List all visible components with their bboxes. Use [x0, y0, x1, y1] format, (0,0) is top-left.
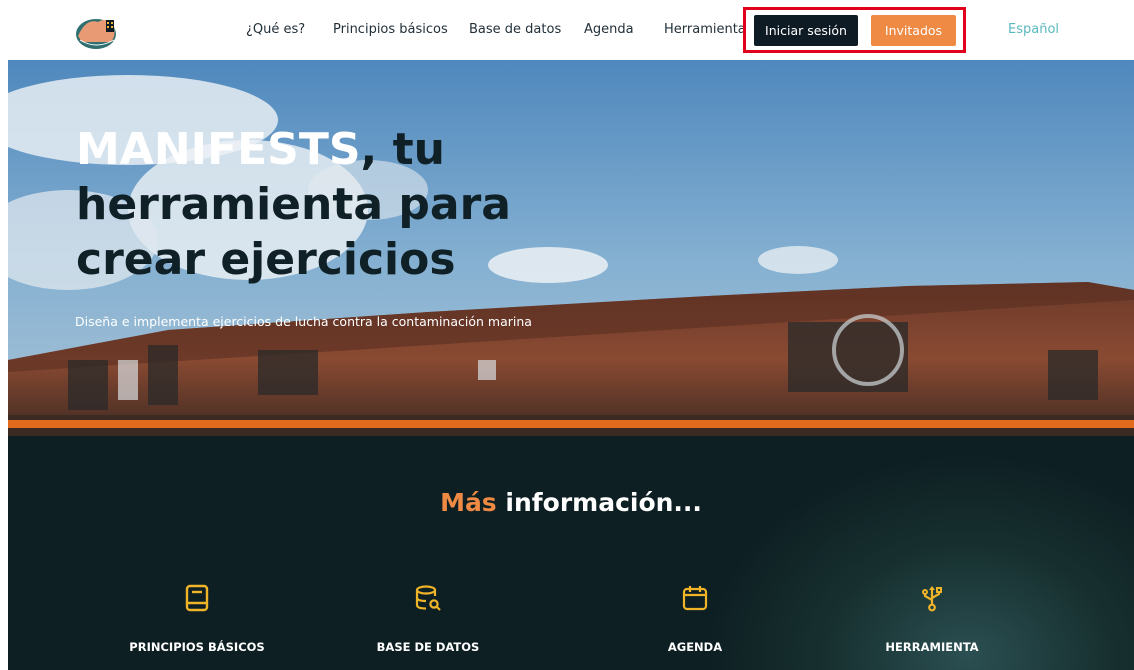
- nav-item-herramienta[interactable]: Herramienta: [664, 22, 746, 37]
- card-base-de-datos[interactable]: BASE DE DATOS: [328, 584, 528, 654]
- card-label: HERRAMIENTA: [885, 640, 979, 654]
- card-herramienta[interactable]: HERRAMIENTA: [832, 584, 1032, 654]
- card-label: BASE DE DATOS: [376, 640, 480, 654]
- more-info-title-rest: información...: [496, 488, 702, 517]
- top-navigation-bar: ¿Qué es? Principios básicos Base de dato…: [0, 0, 1134, 60]
- hero-subtitle: Diseña e implementa ejercicios de lucha …: [75, 314, 532, 329]
- auth-buttons-highlight: [743, 7, 966, 53]
- card-principios-basicos[interactable]: PRINCIPIOS BÁSICOS: [97, 584, 297, 654]
- card-agenda[interactable]: AGENDA: [595, 584, 795, 654]
- database-search-icon: [415, 585, 441, 611]
- more-info-title-accent: Más: [440, 488, 497, 517]
- nav-item-base-de-datos[interactable]: Base de datos: [469, 22, 561, 37]
- nav-item-que-es[interactable]: ¿Qué es?: [246, 22, 305, 37]
- hero-banner: MANIFESTS, tu herramienta para crear eje…: [8, 60, 1134, 436]
- more-info-section: Más información... PRINCIPIOS BÁSICOS BA…: [8, 436, 1134, 670]
- book-icon: [185, 584, 209, 612]
- nav-item-agenda[interactable]: Agenda: [584, 22, 634, 37]
- calendar-icon: [682, 586, 708, 611]
- card-label: PRINCIPIOS BÁSICOS: [129, 640, 265, 654]
- hero-title-brand: MANIFESTS: [76, 124, 361, 175]
- nav-item-principios-basicos[interactable]: Principios básicos: [333, 22, 448, 37]
- manifests-logo[interactable]: [72, 12, 122, 52]
- more-info-title: Más información...: [8, 488, 1134, 517]
- language-selector[interactable]: Español: [1008, 22, 1059, 37]
- hero-title: MANIFESTS, tu herramienta para crear eje…: [76, 122, 636, 287]
- usb-icon: [922, 586, 942, 612]
- card-label: AGENDA: [667, 640, 723, 654]
